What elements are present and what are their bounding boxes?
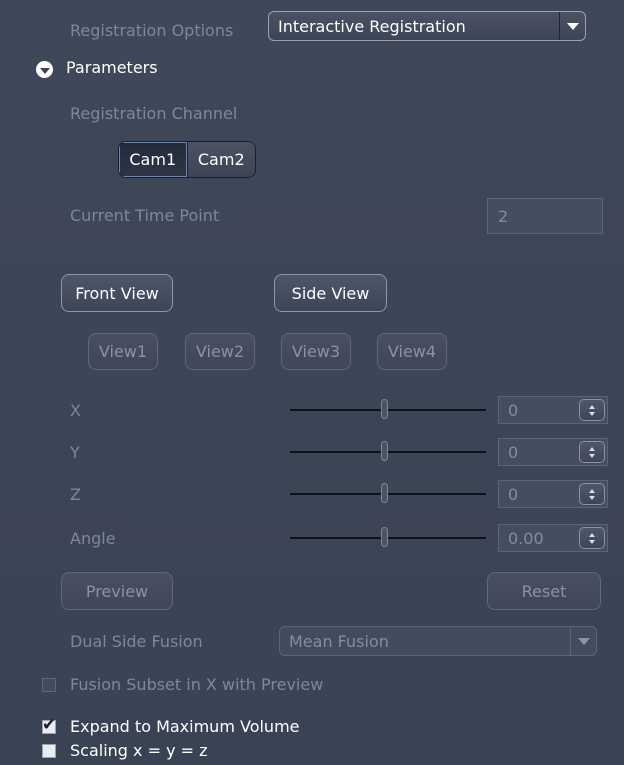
slider-z-label: Z xyxy=(70,485,81,504)
current-time-point-field: 2 xyxy=(487,198,603,234)
stepper-arrows-icon[interactable] xyxy=(579,483,605,505)
channel-cam1-button[interactable]: Cam1 xyxy=(119,142,187,177)
registration-channel-label: Registration Channel xyxy=(70,104,238,123)
dual-side-fusion-dropdown[interactable]: Mean Fusion xyxy=(279,626,597,656)
parameters-section-title[interactable]: Parameters xyxy=(66,58,158,77)
registration-panel: Registration Options Interactive Registr… xyxy=(0,0,624,765)
view3-button[interactable]: View3 xyxy=(281,333,351,370)
front-view-button[interactable]: Front View xyxy=(61,274,173,312)
slider-z-spinbox[interactable]: 0 xyxy=(498,480,608,508)
dual-side-fusion-value: Mean Fusion xyxy=(289,631,389,651)
channel-cam2-button[interactable]: Cam2 xyxy=(186,142,255,177)
collapse-toggle-icon[interactable] xyxy=(36,61,53,78)
chevron-down-icon[interactable] xyxy=(570,627,596,655)
expand-volume-checkbox[interactable]: ✔ xyxy=(42,715,57,735)
slider-z-thumb[interactable] xyxy=(381,483,389,503)
registration-options-value: Interactive Registration xyxy=(278,16,466,36)
slider-y-value[interactable]: 0 xyxy=(499,439,579,465)
slider-y-spinbox[interactable]: 0 xyxy=(498,438,608,466)
scaling-checkbox[interactable] xyxy=(42,744,56,758)
current-time-point-label: Current Time Point xyxy=(70,206,220,225)
slider-angle-value[interactable]: 0.00 xyxy=(499,525,579,551)
reset-button[interactable]: Reset xyxy=(487,572,601,610)
expand-volume-label: Expand to Maximum Volume xyxy=(70,717,300,736)
slider-y-label: Y xyxy=(70,443,80,462)
view2-button[interactable]: View2 xyxy=(185,333,255,370)
slider-y-thumb[interactable] xyxy=(381,441,389,461)
chevron-down-icon[interactable] xyxy=(559,12,585,40)
stepper-arrows-icon[interactable] xyxy=(579,441,605,463)
checkmark-icon: ✔ xyxy=(42,715,57,735)
slider-z-value[interactable]: 0 xyxy=(499,481,579,507)
preview-button[interactable]: Preview xyxy=(61,572,173,610)
slider-x-spinbox[interactable]: 0 xyxy=(498,396,608,424)
side-view-button[interactable]: Side View xyxy=(274,274,387,312)
fusion-subset-checkbox[interactable] xyxy=(42,678,56,692)
slider-x-thumb[interactable] xyxy=(381,399,389,419)
slider-angle-thumb[interactable] xyxy=(381,527,389,547)
stepper-arrows-icon[interactable] xyxy=(579,527,605,549)
fusion-subset-label: Fusion Subset in X with Preview xyxy=(70,675,324,694)
slider-angle-spinbox[interactable]: 0.00 xyxy=(498,524,608,552)
view1-button[interactable]: View1 xyxy=(88,333,158,370)
registration-options-label: Registration Options xyxy=(70,21,234,40)
registration-options-dropdown[interactable]: Interactive Registration xyxy=(268,11,586,41)
scaling-label: Scaling x = y = z xyxy=(70,741,208,760)
slider-x-value[interactable]: 0 xyxy=(499,397,579,423)
slider-x-label: X xyxy=(70,401,81,420)
dual-side-fusion-label: Dual Side Fusion xyxy=(70,632,203,651)
stepper-arrows-icon[interactable] xyxy=(579,399,605,421)
slider-angle-label: Angle xyxy=(70,529,116,548)
registration-channel-selector: Cam1 Cam2 xyxy=(118,141,256,178)
view4-button[interactable]: View4 xyxy=(377,333,447,370)
